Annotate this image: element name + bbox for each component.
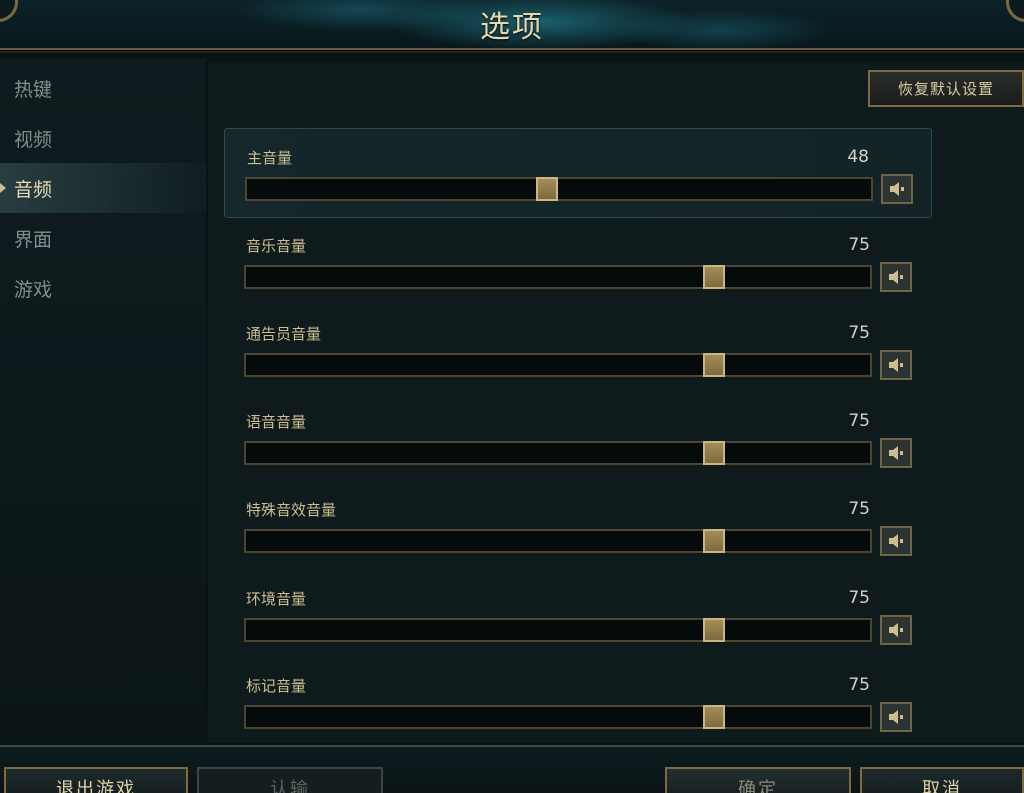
slider-handle[interactable]: [703, 705, 725, 729]
slider-handle[interactable]: [703, 265, 725, 289]
sidebar-item-video[interactable]: 视频: [0, 113, 206, 163]
volume-value: 75: [848, 323, 870, 343]
volume-row-announcer: 通告员音量 75: [224, 305, 932, 395]
mute-button[interactable]: [880, 615, 912, 645]
volume-slider[interactable]: [244, 353, 872, 377]
volume-slider[interactable]: [244, 529, 872, 553]
active-arrow-icon: [0, 183, 6, 193]
volume-slider[interactable]: [244, 705, 872, 729]
sidebar-item-interface[interactable]: 界面: [0, 213, 206, 263]
options-header: 选项: [0, 0, 1024, 53]
volume-value: 75: [848, 411, 870, 431]
volume-row-voice: 语音音量 75: [224, 393, 932, 483]
volume-label: 主音量: [247, 149, 293, 167]
confirm-button[interactable]: 确定: [665, 767, 851, 793]
restore-defaults-button[interactable]: 恢复默认设置: [868, 70, 1024, 107]
slider-handle[interactable]: [703, 529, 725, 553]
volume-value: 48: [847, 147, 869, 167]
volume-slider[interactable]: [244, 265, 872, 289]
volume-label: 音乐音量: [246, 237, 307, 255]
speaker-icon: [889, 270, 903, 284]
sidebar-item-label: 视频: [14, 128, 53, 151]
mute-button[interactable]: [880, 350, 912, 380]
volume-value: 75: [848, 499, 870, 519]
options-sidebar: 热键 视频 音频 界面 游戏: [0, 58, 206, 743]
surrender-button[interactable]: 认输: [197, 767, 383, 793]
sidebar-item-label: 界面: [14, 228, 53, 251]
speaker-icon: [889, 623, 903, 637]
volume-value: 75: [848, 675, 870, 695]
volume-slider[interactable]: [245, 177, 873, 201]
volume-label: 特殊音效音量: [246, 501, 337, 519]
sidebar-item-audio[interactable]: 音频: [0, 163, 206, 213]
options-footer: 退出游戏 认输 确定 取消: [0, 745, 1024, 793]
volume-label: 通告员音量: [246, 325, 322, 343]
slider-handle[interactable]: [703, 353, 725, 377]
slider-handle[interactable]: [703, 618, 725, 642]
mute-button[interactable]: [880, 526, 912, 556]
slider-handle[interactable]: [703, 441, 725, 465]
volume-row-sfx: 特殊音效音量 75: [224, 481, 932, 571]
volume-label: 标记音量: [246, 677, 307, 695]
sidebar-item-label: 游戏: [14, 278, 53, 301]
exit-game-button[interactable]: 退出游戏: [4, 767, 188, 793]
mute-button[interactable]: [880, 262, 912, 292]
volume-slider[interactable]: [244, 618, 872, 642]
volume-row-master: 主音量 48: [224, 128, 932, 218]
speaker-icon: [889, 710, 903, 724]
speaker-icon: [889, 534, 903, 548]
speaker-icon: [889, 446, 903, 460]
volume-value: 75: [848, 588, 870, 608]
sidebar-item-game[interactable]: 游戏: [0, 263, 206, 313]
cancel-button[interactable]: 取消: [860, 767, 1024, 793]
volume-slider[interactable]: [244, 441, 872, 465]
page-title: 选项: [480, 10, 544, 45]
volume-value: 75: [848, 235, 870, 255]
mute-button[interactable]: [880, 438, 912, 468]
slider-handle[interactable]: [535, 177, 558, 201]
mute-button[interactable]: [881, 174, 913, 204]
speaker-icon: [890, 182, 904, 196]
volume-row-ping: 标记音量 75: [224, 657, 932, 747]
mute-button[interactable]: [880, 702, 912, 732]
sidebar-item-hotkeys[interactable]: 热键: [0, 63, 206, 113]
volume-row-music: 音乐音量 75: [224, 217, 932, 307]
sidebar-item-label: 热键: [14, 78, 53, 101]
sidebar-item-label: 音频: [14, 178, 53, 201]
audio-settings-panel: 恢复默认设置 主音量 48 音乐音量 75 通告员音量 75 语音音量 75 特…: [208, 62, 1024, 743]
volume-label: 语音音量: [246, 413, 307, 431]
volume-label: 环境音量: [246, 590, 307, 608]
speaker-icon: [889, 358, 903, 372]
volume-row-ambient: 环境音量 75: [224, 570, 932, 660]
